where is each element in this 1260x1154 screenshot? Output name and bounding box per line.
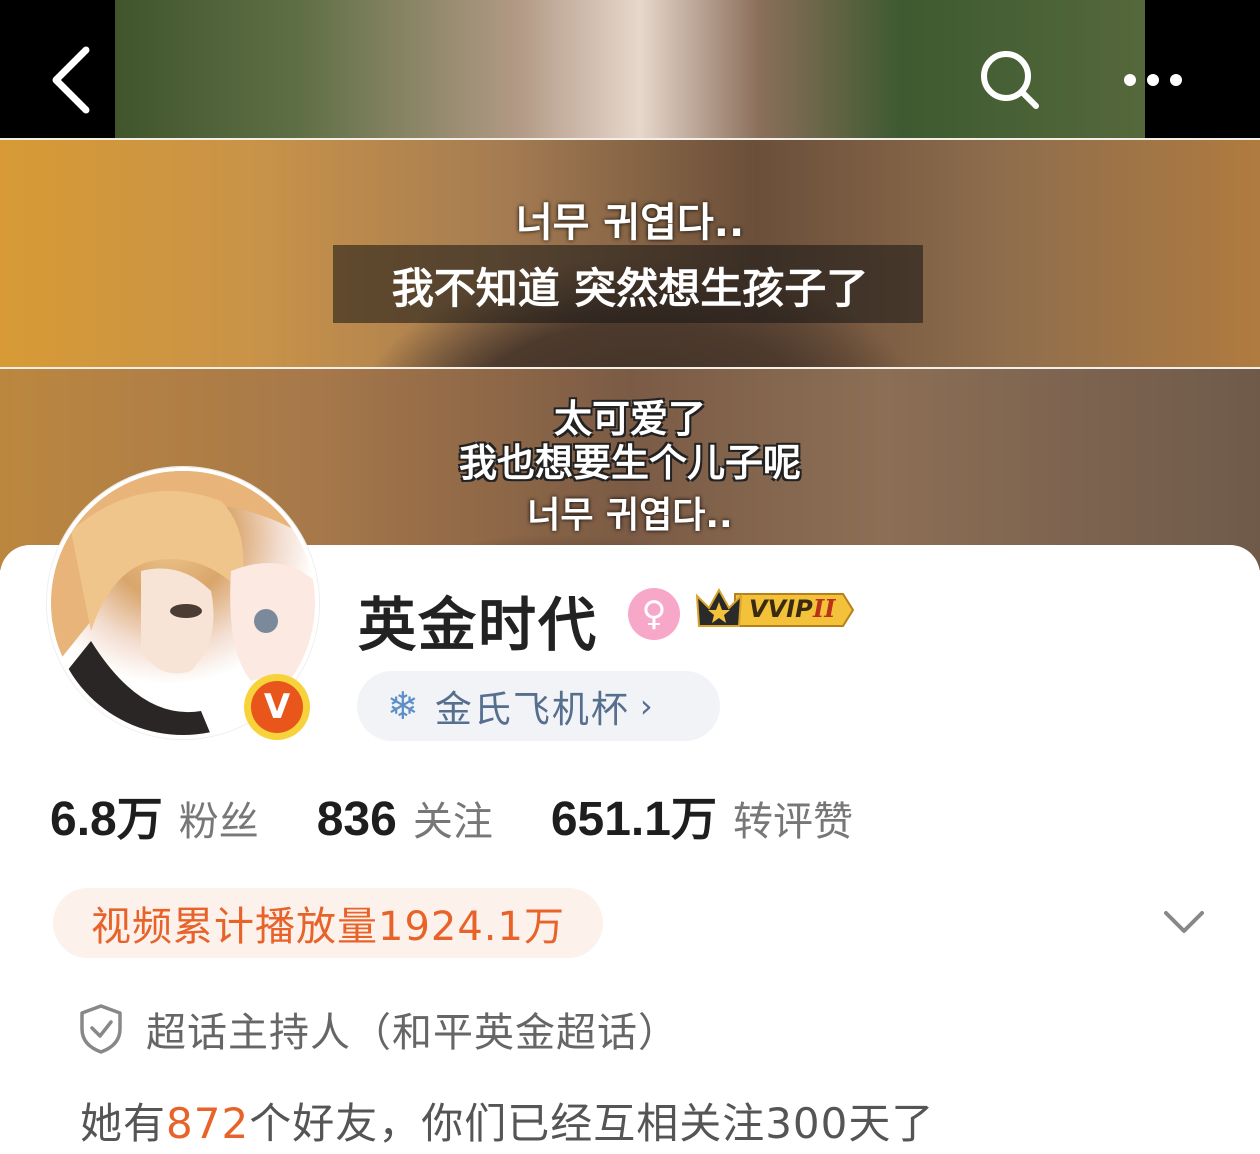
vvip-level: II [813,594,836,623]
super-topic-link[interactable]: ❄ 金氏飞机杯 › [357,671,720,741]
host-role-text: 超话主持人（和平英金超话） [146,1010,679,1056]
stat-value: 651.1 [550,793,671,846]
stat-interactions[interactable]: 651.1 万 转评赞 [551,783,853,849]
verified-badge: V [244,674,310,740]
friends-prefix: 她有 [80,1099,167,1148]
search-button[interactable] [975,40,1045,120]
stats-row: 6.8 万 粉丝 836 关注 651.1 万 转评赞 [50,783,911,849]
friends-suffix: 个好友，你们已经互相关注300天了 [249,1099,935,1148]
more-dots-icon [1124,74,1182,86]
stat-value: 6.8 [50,793,117,846]
chevron-right-icon: › [639,687,653,725]
stat-label: 转评赞 [732,799,853,845]
snowflake-icon: ❄ [387,684,419,728]
cover-subtitle: 我不知道 突然想生孩子了 [391,264,869,313]
more-button[interactable] [1118,40,1188,120]
super-topic-label: 金氏飞机杯 [434,688,630,731]
cover-subtitle: 너무 귀엽다.. [515,200,745,246]
back-button[interactable] [35,40,105,120]
profile-name: 英金时代 [358,591,599,659]
vvip-label: VVIP [749,595,813,623]
stat-unit: 万 [116,792,163,846]
vvip-badge[interactable]: VVIP II [695,586,855,634]
stat-label: 关注 [412,799,493,845]
stat-following[interactable]: 836 关注 [317,789,493,847]
gender-female-icon: ♀ [628,588,680,640]
stat-unit: 万 [670,792,717,846]
stat-label: 粉丝 [178,799,259,845]
expand-button[interactable] [1160,905,1208,941]
video-plays-badge[interactable]: 视频累计播放量1924.1万 [53,888,603,958]
stat-followers[interactable]: 6.8 万 粉丝 [50,783,259,849]
chevron-down-icon [1164,911,1204,933]
stat-value: 836 [316,793,397,846]
verified-badge-label: V [251,681,303,733]
shield-check-icon [80,1004,122,1054]
chevron-left-icon [52,46,90,114]
friends-count: 872 [166,1099,250,1148]
host-role-row[interactable]: 超话主持人（和平英金超话） [78,1000,679,1058]
mutual-friends-text[interactable]: 她有872个好友，你们已经互相关注300天了 [80,1090,934,1151]
cover-panel-top [0,0,1260,138]
search-icon [981,51,1039,109]
